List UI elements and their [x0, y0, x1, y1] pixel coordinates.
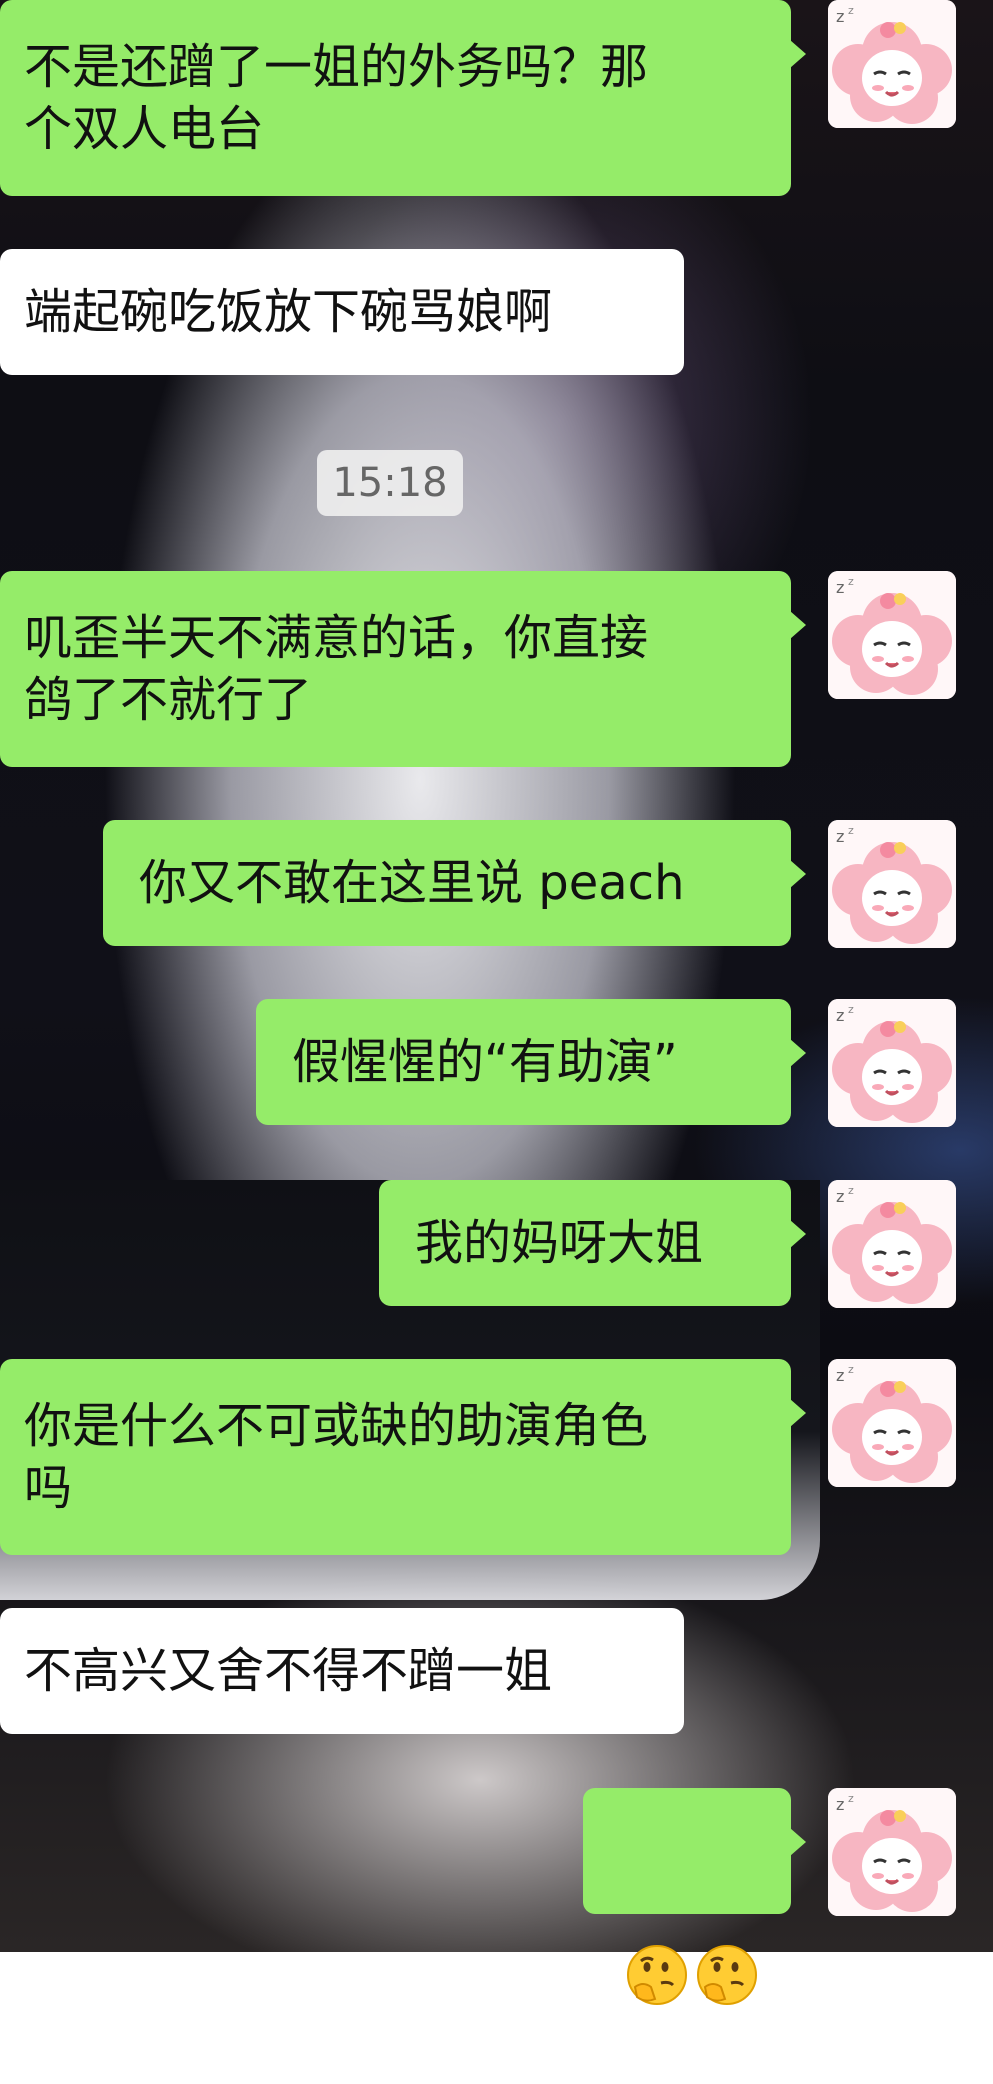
message-text: 叽歪半天不满意的话，你直接 鸽了不就行了 [24, 610, 649, 728]
svg-text:z: z [836, 1006, 844, 1025]
message-bubble-incoming[interactable]: 端起碗吃饭放下碗骂娘啊 [0, 249, 684, 375]
message-text: 端起碗吃饭放下碗骂娘啊 [24, 284, 553, 340]
svg-text:z: z [836, 578, 844, 597]
message-bubble-outgoing[interactable]: 你是什么不可或缺的助演角色 吗 [0, 1359, 806, 1555]
pink-sleeping-sheep-avatar-icon: z z [828, 0, 956, 128]
svg-text:z: z [836, 7, 844, 26]
message-text: 你又不敢在这里说 peach [139, 855, 685, 911]
avatar[interactable]: z z [828, 1359, 956, 1487]
avatar[interactable]: z z [828, 999, 956, 1127]
pink-sleeping-sheep-avatar-icon: z z [828, 1180, 956, 1308]
svg-text:z: z [836, 1795, 844, 1814]
message-bubble-outgoing[interactable]: 假惺惺的“有助演” [256, 999, 806, 1125]
message-bubble-outgoing[interactable]: 我的妈呀大姐 [379, 1180, 806, 1306]
message-text: 不是还蹭了一姐的外务吗？那 个双人电台 [24, 39, 649, 157]
svg-text:z: z [836, 827, 844, 846]
svg-text:z: z [848, 824, 854, 837]
pink-sleeping-sheep-avatar-icon: z z [828, 571, 956, 699]
message-text: 不高兴又舍不得不蹭一姐 [24, 1643, 553, 1699]
pink-sleeping-sheep-avatar-icon: z z [828, 1359, 956, 1487]
pink-sleeping-sheep-avatar-icon: z z [828, 820, 956, 948]
avatar[interactable]: z z [828, 571, 956, 699]
svg-text:z: z [848, 1003, 854, 1016]
avatar[interactable]: z z [828, 1180, 956, 1308]
svg-text:z: z [848, 1363, 854, 1376]
svg-text:z: z [848, 1792, 854, 1805]
message-bubble-outgoing[interactable]: 叽歪半天不满意的话，你直接 鸽了不就行了 [0, 571, 806, 767]
message-bubble-outgoing[interactable] [583, 1788, 806, 2005]
svg-text:z: z [848, 4, 854, 17]
avatar[interactable]: z z [828, 0, 956, 128]
message-text: 我的妈呀大姐 [415, 1215, 704, 1271]
avatar[interactable]: z z [828, 820, 956, 948]
timestamp: 15:18 [317, 450, 463, 516]
pink-sleeping-sheep-avatar-icon: z z [828, 1788, 956, 1916]
message-bubble-incoming[interactable]: 不高兴又舍不得不蹭一姐 [0, 1608, 684, 1734]
message-bubble-outgoing[interactable]: 你又不敢在这里说 peach [103, 820, 806, 946]
message-text: 假惺惺的“有助演” [292, 1034, 678, 1090]
thinking-face-icon [695, 1819, 759, 2005]
thinking-face-icon [625, 1819, 689, 2005]
avatar[interactable]: z z [828, 1788, 956, 1916]
svg-text:z: z [848, 575, 854, 588]
svg-text:z: z [848, 1184, 854, 1197]
message-text: 你是什么不可或缺的助演角色 吗 [24, 1398, 649, 1516]
pink-sleeping-sheep-avatar-icon: z z [828, 999, 956, 1127]
svg-text:z: z [836, 1366, 844, 1385]
svg-text:z: z [836, 1187, 844, 1206]
message-bubble-outgoing[interactable]: 不是还蹭了一姐的外务吗？那 个双人电台 [0, 0, 806, 196]
